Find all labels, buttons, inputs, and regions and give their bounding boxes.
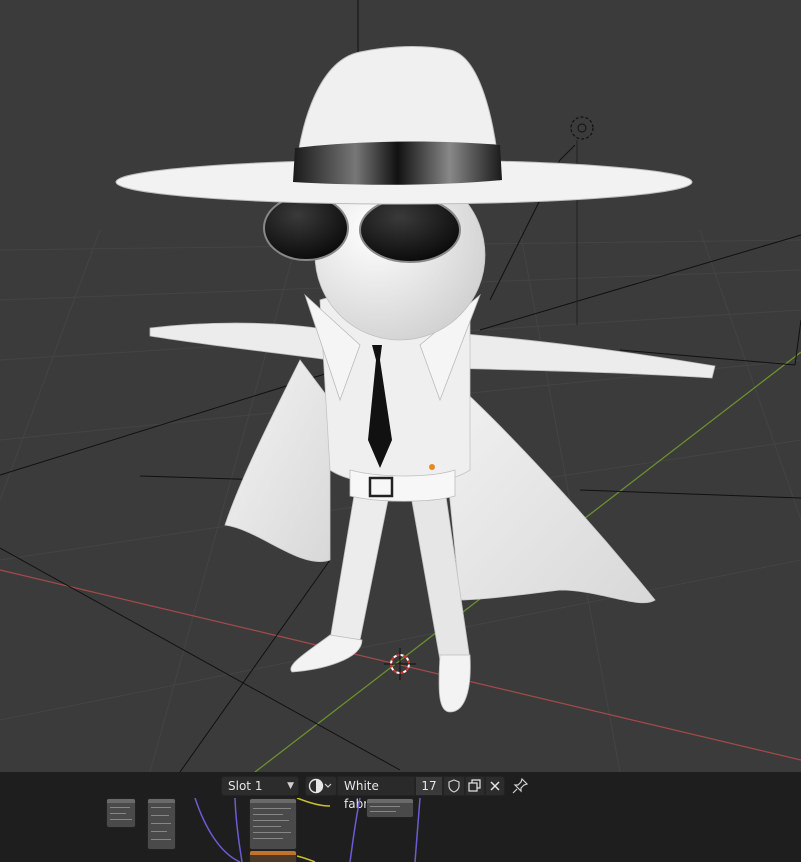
- material-user-count[interactable]: 17: [415, 776, 443, 796]
- shader-node[interactable]: [249, 798, 297, 850]
- material-slot-select[interactable]: Slot 1 ▼: [221, 776, 299, 796]
- shield-icon: [448, 779, 460, 793]
- duplicate-icon: [468, 779, 481, 792]
- fake-user-button[interactable]: [443, 776, 465, 796]
- material-name-field[interactable]: White fabric: [337, 776, 415, 811]
- duplicate-material-button[interactable]: [465, 776, 485, 796]
- 3d-viewport[interactable]: [0, 0, 801, 772]
- shader-node-editor[interactable]: Slot 1 ▼ White fabric 17: [0, 772, 801, 862]
- shader-node[interactable]: [366, 798, 414, 818]
- material-browse-button[interactable]: [305, 776, 337, 796]
- hat-band: [293, 141, 502, 185]
- material-sphere-icon: [308, 778, 332, 794]
- slot-select-value: Slot 1: [228, 779, 263, 793]
- close-icon: [490, 781, 500, 791]
- pin-button[interactable]: [510, 776, 530, 796]
- shader-node[interactable]: [147, 798, 176, 850]
- user-count-text: 17: [421, 779, 437, 793]
- origin-dot: [429, 464, 435, 470]
- node-editor-header: Slot 1 ▼ White fabric 17: [0, 772, 801, 811]
- shader-node[interactable]: [249, 850, 297, 862]
- pin-icon: [512, 777, 529, 794]
- right-lens: [359, 197, 461, 263]
- chevron-down-icon: ▼: [287, 781, 294, 791]
- node-canvas[interactable]: [0, 798, 801, 862]
- left-lens: [263, 195, 349, 261]
- unlink-material-button[interactable]: [485, 776, 505, 796]
- shader-node[interactable]: [106, 798, 136, 828]
